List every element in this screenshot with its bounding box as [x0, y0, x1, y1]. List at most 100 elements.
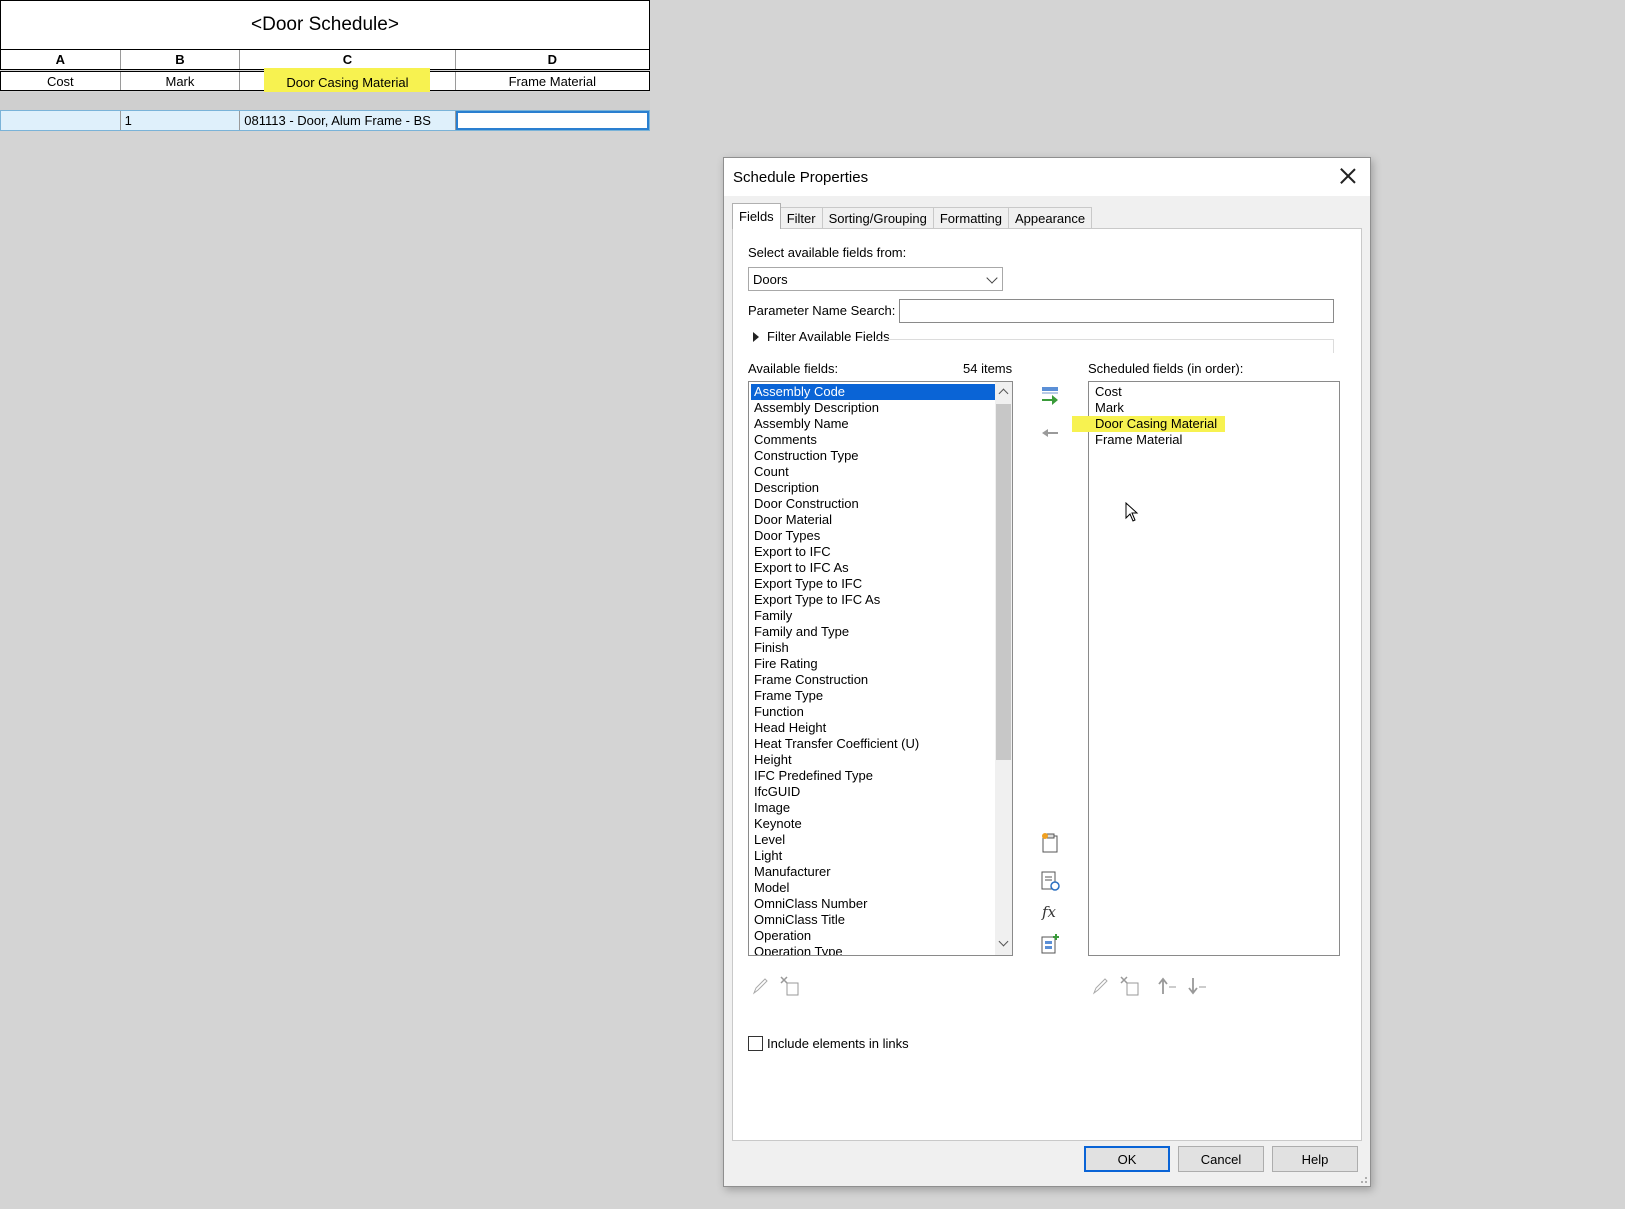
column-letter-a[interactable]: A: [1, 50, 121, 69]
list-item[interactable]: Operation: [751, 928, 995, 944]
list-item[interactable]: Assembly Code: [751, 384, 995, 400]
edit-parameter-icon[interactable]: [748, 974, 772, 998]
scheduled-field-row[interactable]: Door Casing Material: [1072, 416, 1339, 432]
ok-button[interactable]: OK: [1084, 1146, 1170, 1172]
schedule-column-letters: A B C D: [0, 50, 650, 70]
scheduled-field-row[interactable]: Cost: [1089, 384, 1339, 400]
move-up-icon[interactable]: [1155, 974, 1179, 998]
header-door-casing-material-cell[interactable]: Door Casing Material: [240, 68, 456, 96]
scheduled-field-row[interactable]: Frame Material: [1089, 432, 1339, 448]
list-item[interactable]: Mark: [1092, 400, 1124, 416]
header-frame-material[interactable]: Frame Material: [456, 72, 649, 90]
column-letter-c[interactable]: C: [240, 50, 456, 69]
delete-parameter-icon[interactable]: [778, 974, 802, 998]
list-item[interactable]: Finish: [751, 640, 995, 656]
list-item[interactable]: Frame Construction: [751, 672, 995, 688]
include-links-checkbox[interactable]: [748, 1036, 763, 1051]
schedule-blank-row: [0, 92, 650, 110]
cell-cost[interactable]: [1, 111, 121, 130]
list-item[interactable]: OmniClass Number: [751, 896, 995, 912]
list-item[interactable]: Keynote: [751, 816, 995, 832]
help-button[interactable]: Help: [1272, 1146, 1358, 1172]
tab-appearance[interactable]: Appearance: [1008, 207, 1093, 229]
expand-triangle-icon: [753, 331, 759, 342]
list-item[interactable]: IFC Predefined Type: [751, 768, 995, 784]
scrollbar-thumb[interactable]: [996, 404, 1011, 760]
cell-mark[interactable]: 1: [121, 111, 241, 130]
list-item[interactable]: Image: [751, 800, 995, 816]
list-item[interactable]: Export Type to IFC: [751, 576, 995, 592]
move-down-icon[interactable]: [1185, 974, 1209, 998]
table-row[interactable]: 1 081113 - Door, Alum Frame - BS: [0, 110, 650, 131]
scroll-up-icon[interactable]: [998, 388, 1009, 399]
scroll-down-icon[interactable]: [998, 936, 1009, 947]
list-item[interactable]: Head Height: [751, 720, 995, 736]
list-item[interactable]: Light: [751, 848, 995, 864]
dialog-titlebar[interactable]: Schedule Properties: [724, 158, 1370, 196]
available-fields-count: 54 items: [963, 361, 1013, 376]
list-item[interactable]: Level: [751, 832, 995, 848]
tab-sorting-grouping[interactable]: Sorting/Grouping: [821, 207, 934, 229]
scheduled-field-row[interactable]: Mark: [1089, 400, 1339, 416]
add-field-icon[interactable]: [1038, 384, 1062, 408]
tab-filter[interactable]: Filter: [779, 207, 823, 229]
schedule-properties-dialog: Schedule Properties Fields Filter Sortin…: [723, 157, 1371, 1187]
header-cost[interactable]: Cost: [1, 72, 121, 90]
new-parameter-icon[interactable]: [1038, 831, 1062, 855]
list-item[interactable]: Frame Material: [1092, 432, 1182, 448]
list-item[interactable]: Family and Type: [751, 624, 995, 640]
parameter-search-label: Parameter Name Search:: [748, 303, 896, 318]
delete-scheduled-parameter-icon[interactable]: [1118, 974, 1142, 998]
shared-parameter-icon[interactable]: [1038, 869, 1062, 893]
scheduled-fields-label: Scheduled fields (in order):: [1088, 361, 1244, 376]
close-icon[interactable]: [1338, 166, 1358, 186]
scheduled-fields-list[interactable]: Cost Mark Door Casing Material Frame Materi…: [1072, 381, 1340, 956]
calculated-value-icon[interactable]: fx: [1038, 899, 1062, 923]
list-item[interactable]: Door Types: [751, 528, 995, 544]
list-item[interactable]: Model: [751, 880, 995, 896]
list-item[interactable]: Door Construction: [751, 496, 995, 512]
list-item[interactable]: Export to IFC As: [751, 560, 995, 576]
list-item[interactable]: Export Type to IFC As: [751, 592, 995, 608]
list-item[interactable]: Manufacturer: [751, 864, 995, 880]
list-item[interactable]: IfcGUID: [751, 784, 995, 800]
list-item[interactable]: Export to IFC: [751, 544, 995, 560]
list-item[interactable]: Comments: [751, 432, 995, 448]
column-letter-d[interactable]: D: [456, 50, 649, 69]
svg-text:fx: fx: [1041, 903, 1057, 921]
parameter-search-input[interactable]: [899, 299, 1334, 323]
combine-parameters-icon[interactable]: [1038, 932, 1062, 956]
list-item[interactable]: Frame Type: [751, 688, 995, 704]
remove-field-icon[interactable]: [1038, 421, 1062, 445]
filter-available-fields-expander[interactable]: Filter Available Fields: [748, 329, 890, 344]
list-item[interactable]: Door Casing Material: [1072, 416, 1226, 432]
available-fields-list[interactable]: Assembly Code Assembly Description Assembl…: [748, 381, 1013, 956]
list-item[interactable]: OmniClass Title: [751, 912, 995, 928]
list-item[interactable]: Heat Transfer Coefficient (U): [751, 736, 995, 752]
fields-source-dropdown[interactable]: Doors: [748, 267, 1003, 291]
list-item[interactable]: Family: [751, 608, 995, 624]
list-item[interactable]: Assembly Description: [751, 400, 995, 416]
list-item[interactable]: Fire Rating: [751, 656, 995, 672]
available-fields-scrollbar[interactable]: [995, 382, 1012, 955]
header-mark[interactable]: Mark: [121, 72, 241, 90]
list-item[interactable]: Door Material: [751, 512, 995, 528]
list-item[interactable]: Count: [751, 464, 995, 480]
list-item[interactable]: Height: [751, 752, 995, 768]
list-item[interactable]: Construction Type: [751, 448, 995, 464]
list-item[interactable]: Cost: [1092, 384, 1122, 400]
cancel-button[interactable]: Cancel: [1178, 1146, 1264, 1172]
tab-fields[interactable]: Fields: [732, 203, 781, 229]
edit-scheduled-parameter-icon[interactable]: [1088, 974, 1112, 998]
list-item[interactable]: Description: [751, 480, 995, 496]
column-letter-b[interactable]: B: [121, 50, 241, 69]
dialog-title: Schedule Properties: [733, 168, 869, 186]
cell-frame-material[interactable]: [455, 111, 650, 130]
resize-grip-icon[interactable]: [1358, 1174, 1368, 1184]
list-item[interactable]: Assembly Name: [751, 416, 995, 432]
cell-door-casing-material[interactable]: 081113 - Door, Alum Frame - BS: [240, 111, 456, 130]
fields-source-value: Doors: [753, 271, 788, 287]
tab-formatting[interactable]: Formatting: [932, 207, 1009, 229]
list-item[interactable]: Operation Type: [751, 944, 995, 955]
list-item[interactable]: Function: [751, 704, 995, 720]
